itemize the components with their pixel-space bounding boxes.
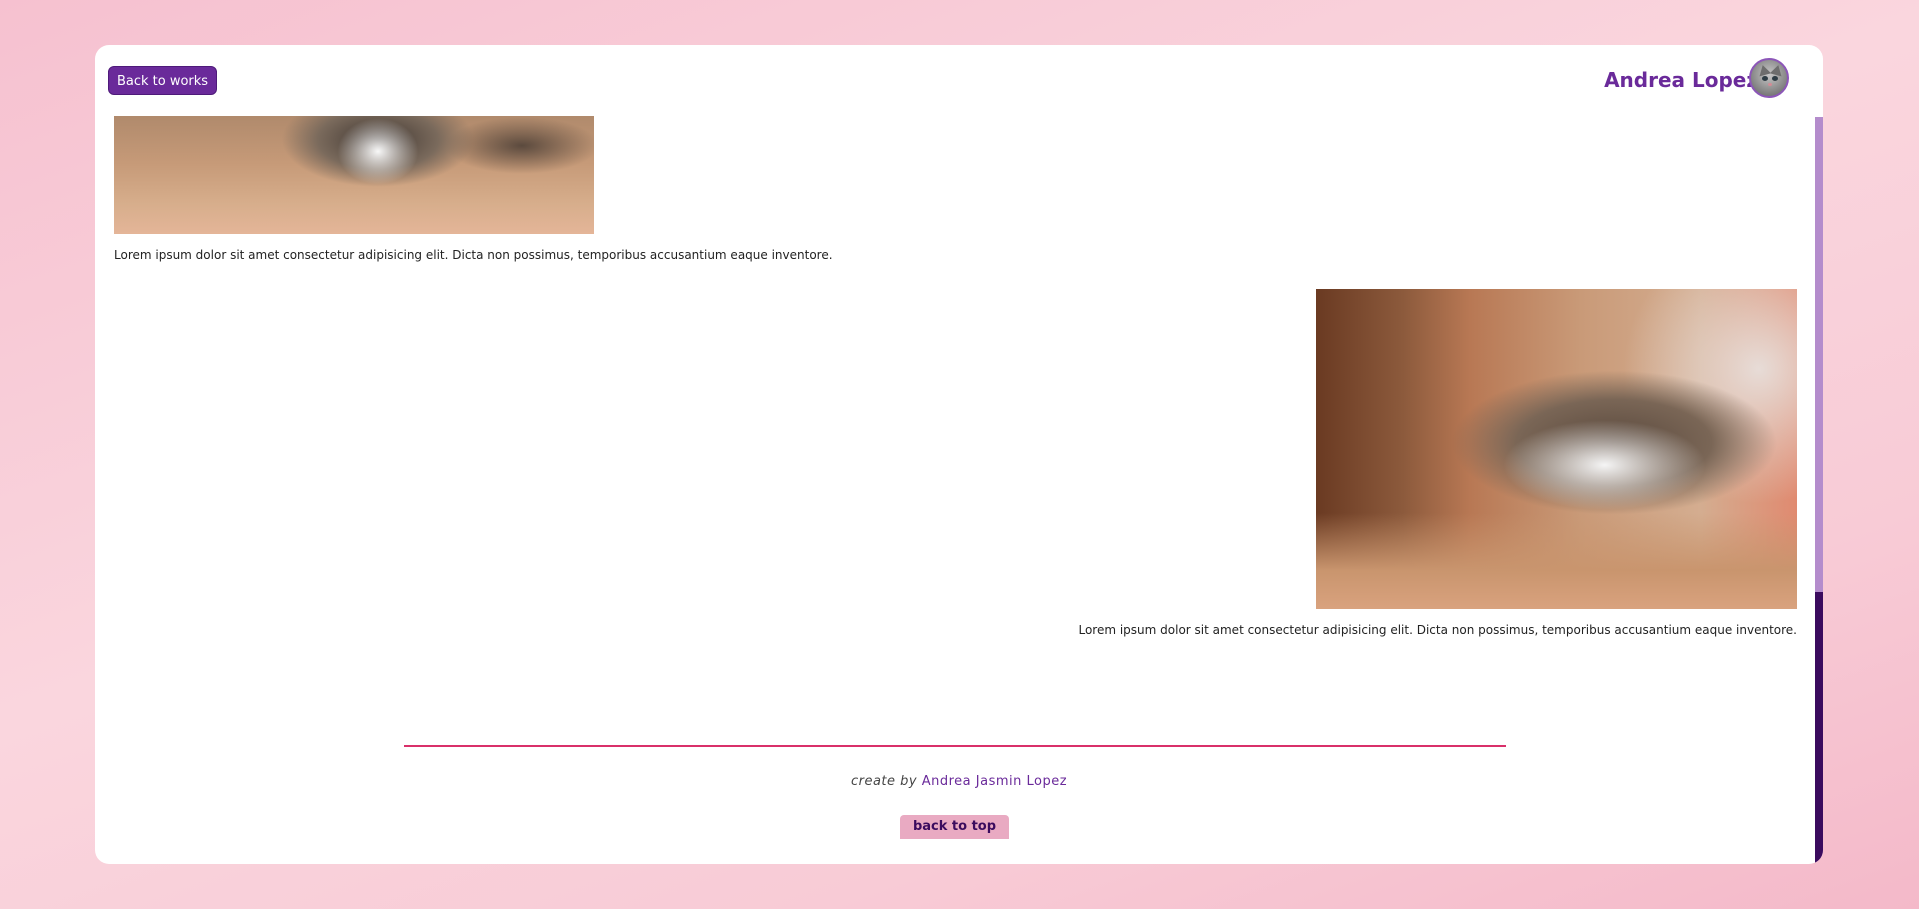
avatar-eye <box>1762 76 1768 81</box>
avatar-ear <box>1769 63 1785 77</box>
gallery-caption-2: Lorem ipsum dolor sit amet consectetur a… <box>1078 623 1797 637</box>
back-to-works-button[interactable]: Back to works <box>108 66 217 95</box>
gallery-caption-1: Lorem ipsum dolor sit amet consectetur a… <box>114 248 833 262</box>
avatar-nose <box>1768 83 1772 86</box>
gallery-image-2 <box>1316 289 1797 609</box>
scrollbar-track[interactable] <box>1815 117 1823 864</box>
author-name-link[interactable]: Andrea Lopez <box>1604 67 1758 93</box>
credit-author-name: Andrea Jasmin Lopez <box>921 774 1068 789</box>
avatar-eye <box>1772 76 1778 81</box>
top-bar: Back to works Andrea Lopez <box>95 45 1823 115</box>
back-to-top-button[interactable]: back to top <box>900 815 1009 839</box>
footer-credit: create by Andrea Jasmin Lopez <box>95 774 1823 789</box>
project-card: Back to works Andrea Lopez Lorem ipsum d… <box>95 45 1823 864</box>
gallery-image-1 <box>114 116 594 234</box>
credit-prefix: create by <box>850 774 918 789</box>
cat-avatar-icon[interactable] <box>1749 58 1789 98</box>
footer-divider <box>404 745 1506 747</box>
scrollbar-thumb[interactable] <box>1815 592 1823 864</box>
avatar-ear <box>1756 63 1772 77</box>
